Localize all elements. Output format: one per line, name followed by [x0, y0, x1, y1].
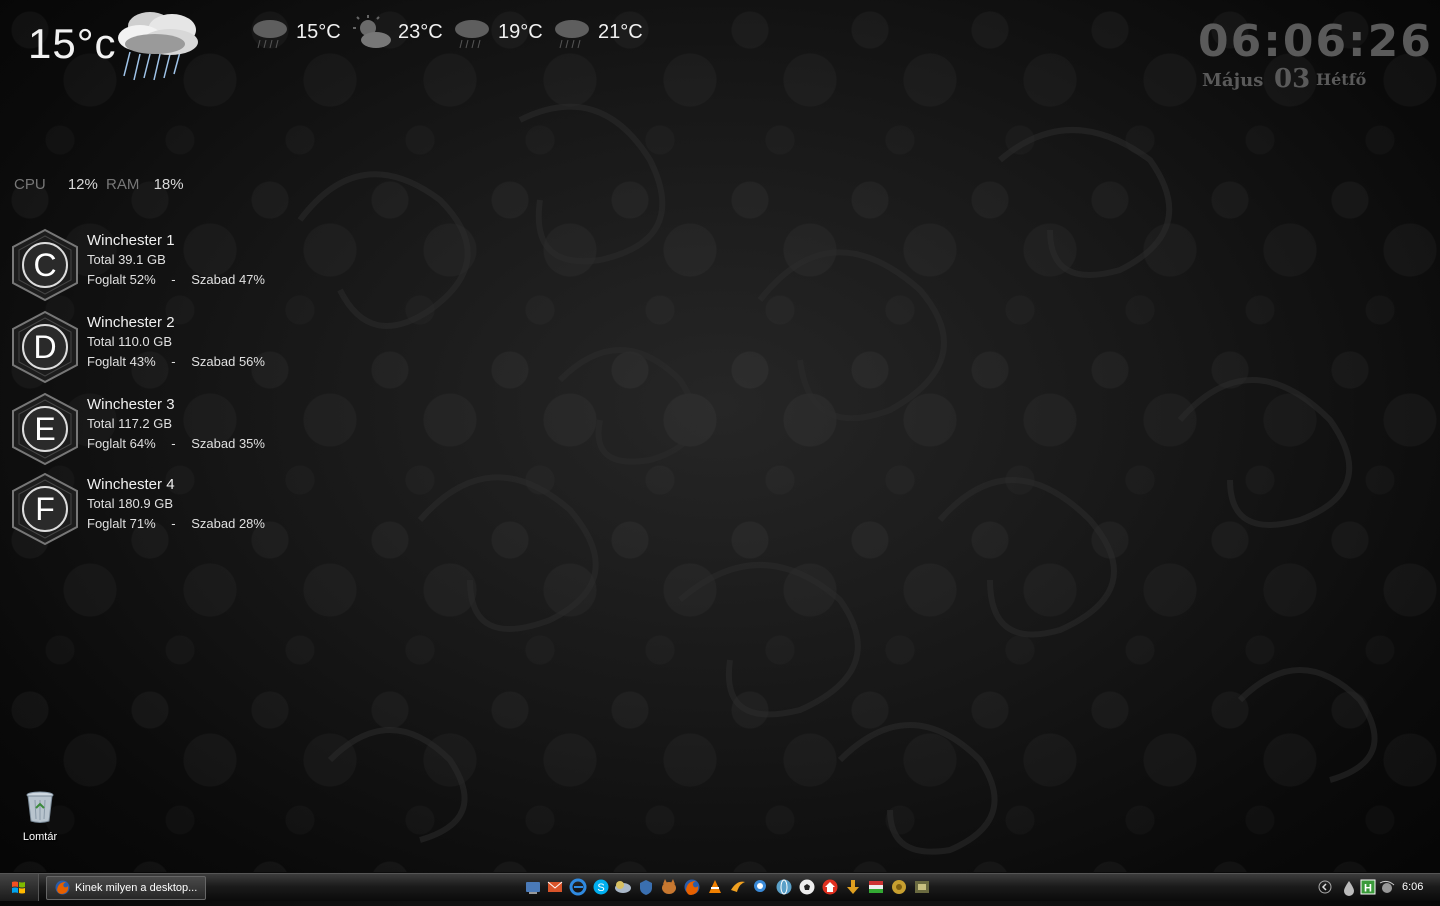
forecast-day-1: 15°C — [250, 14, 341, 50]
recycle-bin-shortcut[interactable]: Lomtár — [14, 790, 66, 843]
drive-free: Szabad 35% — [191, 436, 265, 451]
drive-widget-c[interactable]: C Winchester 1 Total 39.1 GB Foglalt 52%… — [8, 228, 288, 304]
security-icon[interactable] — [637, 878, 655, 896]
drive-total: Total 110.0 GB — [87, 334, 173, 349]
drive-total: Total 117.2 GB — [87, 416, 173, 431]
forecast-day-4: 21°C — [552, 14, 643, 50]
utorrent-icon[interactable]: H — [1360, 879, 1376, 895]
cloud-rain-icon — [455, 20, 489, 49]
drive-usage: Foglalt 52% - Szabad 47% — [87, 272, 265, 287]
clock-time: 06:06:26 — [1198, 16, 1433, 67]
drive-letter: C — [33, 247, 56, 283]
firefox-icon — [55, 880, 70, 895]
cpu-label: CPU — [14, 176, 46, 193]
current-temperature: 15°c — [28, 20, 117, 67]
drive-total: Total 39.1 GB — [87, 252, 166, 267]
drive-used: Foglalt 64% — [87, 436, 156, 451]
drive-widget-f[interactable]: F Winchester 4 Total 180.9 GB Foglalt 71… — [8, 472, 288, 548]
cloud-rain-icon — [253, 20, 287, 49]
soccer-icon[interactable] — [798, 878, 816, 896]
drive-f-icon: F — [12, 472, 78, 546]
drive-c-icon: C — [12, 228, 78, 302]
drive-letter: E — [34, 411, 55, 447]
game-icon[interactable] — [913, 878, 931, 896]
drive-used: Foglalt 52% — [87, 272, 156, 287]
cloud-rain-icon — [555, 20, 589, 49]
drive-usage-separator: - — [171, 436, 176, 451]
drive-usage: Foglalt 71% - Szabad 28% — [87, 516, 265, 531]
satellite-icon[interactable] — [1378, 879, 1396, 895]
ram-label: RAM — [106, 176, 140, 193]
recycle-bin-label: Lomtár — [22, 831, 58, 843]
taskbar-window-label: Kinek milyen a desktop... — [75, 882, 198, 894]
show-hidden-icon[interactable] — [1318, 880, 1332, 894]
forecast-temp: 15°C — [296, 20, 341, 43]
svg-text:H: H — [1364, 883, 1372, 895]
storm-cloud-rain-icon — [110, 4, 205, 89]
taskbar: Kinek milyen a desktop... S H 6:06 — [0, 873, 1440, 901]
drop-icon[interactable] — [1342, 880, 1356, 896]
drive-free: Szabad 47% — [191, 272, 265, 287]
drive-used: Foglalt 43% — [87, 354, 156, 369]
globe-icon[interactable] — [775, 878, 793, 896]
drive-letter: D — [33, 329, 56, 365]
home-icon[interactable] — [821, 878, 839, 896]
date-month: Május — [1202, 70, 1264, 91]
system-tray: H 6:06 — [1314, 874, 1440, 901]
internet-explorer-icon[interactable] — [569, 878, 587, 896]
skype-icon[interactable]: S — [592, 878, 610, 896]
download-icon[interactable] — [844, 878, 862, 896]
forecast-temp: 23°C — [398, 20, 443, 43]
mail-icon[interactable] — [546, 878, 564, 896]
media-icon[interactable] — [729, 878, 747, 896]
drive-usage: Foglalt 43% - Szabad 56% — [87, 354, 265, 369]
drive-letter: F — [35, 491, 55, 527]
drive-name: Winchester 3 — [87, 396, 175, 413]
firefox-icon[interactable] — [683, 878, 701, 896]
cat-icon[interactable] — [660, 878, 678, 896]
forecast-day-3: 19°C — [452, 14, 543, 50]
start-button[interactable] — [0, 874, 39, 901]
drive-usage: Foglalt 64% - Szabad 35% — [87, 436, 265, 451]
tray-clock[interactable]: 6:06 — [1402, 881, 1423, 893]
drive-name: Winchester 4 — [87, 476, 175, 493]
drive-free: Szabad 28% — [191, 516, 265, 531]
date-weekday: Hétfő — [1316, 70, 1367, 89]
drive-e-icon: E — [12, 392, 78, 466]
drive-free: Szabad 56% — [191, 354, 265, 369]
taskbar-window-button[interactable]: Kinek milyen a desktop... — [46, 876, 206, 900]
drive-name: Winchester 1 — [87, 232, 175, 249]
drive-widget-d[interactable]: D Winchester 2 Total 110.0 GB Foglalt 43… — [8, 310, 288, 386]
gold-icon[interactable] — [890, 878, 908, 896]
drive-total: Total 180.9 GB — [87, 496, 173, 511]
windows-logo-icon — [12, 881, 25, 894]
weather-icon[interactable] — [614, 878, 632, 896]
recycle-bin-icon — [26, 791, 54, 823]
drive-d-icon: D — [12, 310, 78, 384]
drive-usage-separator: - — [171, 272, 176, 287]
system-monitor: CPU 12% RAM 18% — [14, 176, 184, 193]
drive-used: Foglalt 71% — [87, 516, 156, 531]
network-icon[interactable] — [524, 878, 542, 896]
drive-usage-separator: - — [171, 516, 176, 531]
search-icon[interactable] — [752, 878, 770, 896]
date-day: 03 — [1274, 64, 1311, 94]
drive-usage-separator: - — [171, 354, 176, 369]
svg-text:S: S — [597, 882, 604, 894]
flag-icon[interactable] — [867, 878, 885, 896]
ram-value: 18% — [153, 176, 184, 193]
vlc-icon[interactable] — [706, 878, 724, 896]
forecast-day-2: 23°C — [352, 14, 443, 50]
drive-name: Winchester 2 — [87, 314, 175, 331]
partly-cloudy-icon — [353, 15, 391, 48]
forecast-temp: 21°C — [598, 20, 643, 43]
cpu-value: 12% — [67, 176, 98, 193]
forecast-temp: 19°C — [498, 20, 543, 43]
drive-widget-e[interactable]: E Winchester 3 Total 117.2 GB Foglalt 64… — [8, 392, 288, 468]
